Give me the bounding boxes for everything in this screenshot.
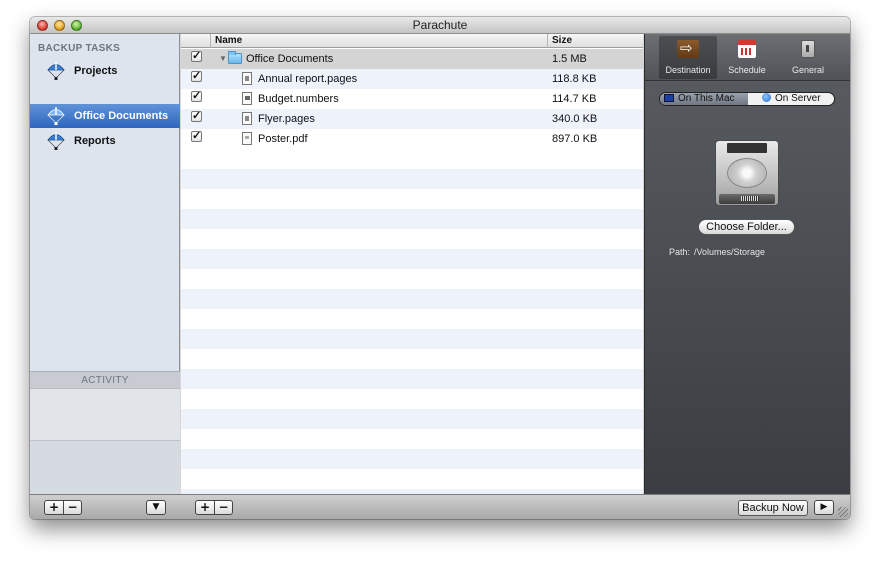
task-add-remove: + − <box>44 500 82 515</box>
activity-section-title: ACTIVITY <box>30 371 180 389</box>
column-header-name[interactable]: Name <box>215 35 242 46</box>
file-add-remove: + − <box>195 500 233 515</box>
choose-folder-button[interactable]: Choose Folder... <box>698 219 795 235</box>
include-checkbox[interactable]: ✓ <box>191 51 202 62</box>
parachute-icon <box>47 107 65 125</box>
activity-toggle-button[interactable]: ▼ <box>146 500 166 515</box>
include-checkbox[interactable]: ✓ <box>191 71 202 82</box>
toggle-on-server[interactable]: On Server <box>748 93 834 105</box>
settings-toolbar: Destination Schedule General <box>645 34 850 81</box>
include-checkbox[interactable]: ✓ <box>191 111 202 122</box>
parachute-icon <box>47 62 65 80</box>
file-name: Annual report.pages <box>258 73 358 85</box>
include-checkbox[interactable]: ✓ <box>191 131 202 142</box>
signpost-icon <box>677 39 699 58</box>
file-size: 340.0 KB <box>552 113 598 125</box>
column-divider <box>547 34 548 48</box>
toggle-settings-panel-button[interactable]: ▶ <box>814 500 834 515</box>
empty-row <box>181 369 643 389</box>
parachute-icon <box>47 132 65 150</box>
file-size: 1.5 MB <box>552 53 587 65</box>
destination-path: Path:/Volumes/Storage <box>669 247 765 257</box>
disclosure-triangle-icon[interactable]: ▼ <box>219 54 227 63</box>
sidebar-item-projects[interactable]: Projects <box>30 59 180 83</box>
sidebar: BACKUP TASKS Projects Office Documents R… <box>30 34 180 494</box>
calendar-icon <box>738 40 756 58</box>
add-file-button[interactable]: + <box>196 501 214 514</box>
tab-general[interactable]: General <box>781 36 835 79</box>
table-row[interactable]: ✓ Flyer.pages 340.0 KB <box>181 109 643 129</box>
sidebar-item-label: Reports <box>74 135 116 147</box>
table-row[interactable]: ✓ Annual report.pages 118.8 KB <box>181 69 643 89</box>
hard-drive-icon <box>715 140 779 208</box>
sidebar-item-label: Office Documents <box>74 110 169 122</box>
minimize-window-button[interactable] <box>54 20 65 31</box>
pages-document-icon <box>242 72 252 85</box>
toggle-label: On Server <box>775 93 821 104</box>
settings-panel: Destination Schedule General On This Mac… <box>644 34 850 494</box>
add-task-button[interactable]: + <box>45 501 63 514</box>
file-size: 118.8 KB <box>552 73 597 85</box>
column-header-size[interactable]: Size <box>552 35 572 46</box>
include-checkbox[interactable]: ✓ <box>191 91 202 102</box>
remove-task-button[interactable]: − <box>63 501 81 514</box>
resize-grip[interactable] <box>838 507 848 517</box>
file-size: 897.0 KB <box>552 133 598 145</box>
pages-document-icon <box>242 112 252 125</box>
path-value: /Volumes/Storage <box>694 247 766 257</box>
empty-row <box>181 289 643 309</box>
tab-label: Destination <box>665 65 711 75</box>
sidebar-item-reports[interactable]: Reports <box>30 129 180 153</box>
title-bar[interactable]: Parachute <box>30 17 850 34</box>
location-toggle: On This Mac On Server <box>659 92 835 106</box>
empty-row <box>181 449 643 469</box>
zoom-window-button[interactable] <box>71 20 82 31</box>
folder-icon <box>228 51 242 64</box>
close-window-button[interactable] <box>37 20 48 31</box>
tab-label: Schedule <box>728 65 766 75</box>
computer-icon <box>664 94 674 102</box>
activity-panel-lower <box>30 441 180 494</box>
empty-row <box>181 249 643 269</box>
file-name: Budget.numbers <box>258 93 339 105</box>
table-row[interactable]: ✓ Budget.numbers 114.7 KB <box>181 89 643 109</box>
window-title: Parachute <box>412 18 468 32</box>
column-divider <box>210 34 211 48</box>
numbers-document-icon <box>242 92 252 105</box>
file-name: Flyer.pages <box>258 113 315 125</box>
sidebar-item-office-documents[interactable]: Office Documents <box>30 104 180 128</box>
file-list: Name Size ✓ ▼ Office Documents 1.5 MB ✓ … <box>181 34 643 494</box>
path-label: Path: <box>669 247 691 257</box>
sidebar-section-title: BACKUP TASKS <box>38 43 121 54</box>
pdf-document-icon <box>242 132 252 145</box>
file-list-header: Name Size <box>181 34 643 48</box>
toggle-on-this-mac[interactable]: On This Mac <box>660 93 748 105</box>
tab-schedule[interactable]: Schedule <box>721 36 773 79</box>
file-name: Poster.pdf <box>258 133 308 145</box>
server-globe-icon <box>762 93 771 102</box>
empty-row <box>181 209 643 229</box>
switch-icon <box>801 40 815 58</box>
empty-row <box>181 409 643 429</box>
file-rows: ✓ ▼ Office Documents 1.5 MB ✓ Annual rep… <box>181 49 643 494</box>
empty-row <box>181 169 643 189</box>
bottom-bar: + − ▼ + − Backup Now ▶ <box>30 494 850 519</box>
backup-now-button[interactable]: Backup Now <box>738 500 808 516</box>
tab-label: General <box>791 65 825 75</box>
file-name: Office Documents <box>246 53 334 65</box>
toggle-label: On This Mac <box>678 93 735 104</box>
app-window: Parachute BACKUP TASKS Projects Office D… <box>30 17 850 519</box>
empty-row <box>181 329 643 349</box>
file-size: 114.7 KB <box>552 93 597 105</box>
table-row[interactable]: ✓ ▼ Office Documents 1.5 MB <box>181 49 643 69</box>
table-row[interactable]: ✓ Poster.pdf 897.0 KB <box>181 129 643 149</box>
sidebar-item-label: Projects <box>74 65 118 77</box>
tab-destination[interactable]: Destination <box>659 36 717 79</box>
remove-file-button[interactable]: − <box>214 501 232 514</box>
activity-panel <box>30 389 180 441</box>
